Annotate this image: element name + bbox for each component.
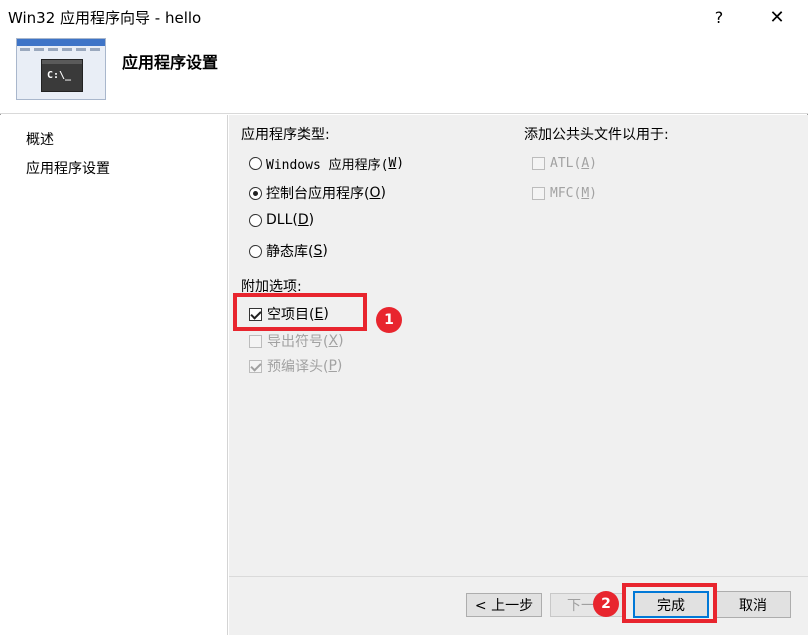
access-key: P — [328, 358, 337, 374]
radio-static-lib[interactable]: 静态库(S) — [249, 241, 328, 261]
access-key: D — [297, 212, 309, 228]
button-bar: < 上一步 下一步 完成 取消 — [229, 576, 808, 635]
option-label-close: ) — [322, 243, 328, 259]
sidebar-item-overview[interactable]: 概述 — [26, 129, 54, 149]
option-label-close: ) — [396, 156, 405, 171]
prev-button[interactable]: < 上一步 — [466, 593, 542, 617]
window-title: Win32 应用程序向导 - hello — [8, 9, 202, 27]
checkbox[interactable] — [249, 359, 262, 373]
checkbox[interactable] — [249, 307, 262, 321]
console-prompt: C:\_ — [47, 70, 72, 81]
option-label-close: ) — [589, 156, 597, 171]
option-label: 空项目( — [267, 307, 315, 323]
annotation-badge-1: 1 — [376, 307, 402, 333]
checkbox-empty-project[interactable]: 空项目(E) — [249, 304, 329, 324]
option-label: 控制台应用程序( — [266, 186, 370, 202]
checkbox-export-symbols[interactable]: 导出符号(X) — [249, 331, 344, 351]
option-label: 导出符号( — [267, 334, 329, 350]
option-label: Windows 应用程序( — [266, 158, 389, 173]
access-key: M — [581, 186, 590, 201]
option-label-close: ) — [308, 212, 315, 228]
thumb-title-bar — [17, 39, 105, 46]
option-label-close: ) — [589, 186, 597, 201]
console-app-icon: C:\_ — [16, 38, 106, 100]
sidebar-item-app-settings[interactable]: 应用程序设置 — [26, 158, 110, 178]
option-label-close: ) — [338, 333, 344, 349]
thumb-menu-bar — [20, 48, 102, 51]
app-type-label: 应用程序类型: — [241, 127, 330, 143]
radio-button[interactable] — [249, 157, 262, 170]
access-key: E — [314, 306, 324, 322]
access-key: S — [313, 243, 323, 259]
cancel-button[interactable]: 取消 — [715, 591, 791, 618]
access-key: O — [369, 185, 381, 201]
title-bar: Win32 应用程序向导 - hello ? ✕ — [0, 0, 808, 34]
common-headers-label: 添加公共头文件以用于: — [524, 127, 669, 143]
checkbox[interactable] — [532, 157, 545, 170]
radio-button[interactable] — [249, 244, 262, 258]
checkbox-mfc[interactable]: MFC(M) — [532, 186, 597, 201]
wizard-header: C:\_ 应用程序设置 — [0, 34, 808, 114]
checkbox[interactable] — [249, 334, 262, 348]
radio-console-app[interactable]: 控制台应用程序(O) — [249, 183, 386, 203]
option-label: 静态库( — [266, 244, 314, 260]
console-window-icon: C:\_ — [41, 59, 83, 92]
close-button[interactable]: ✕ — [754, 0, 800, 34]
radio-dll[interactable]: DLL(D) — [249, 212, 314, 228]
radio-windows-app[interactable]: Windows 应用程序(W) — [249, 154, 404, 173]
option-label-close: ) — [323, 306, 329, 322]
settings-panel: 应用程序类型: Windows 应用程序(W) 控制台应用程序(O) DLL(D… — [229, 115, 808, 576]
option-label-close: ) — [336, 358, 343, 374]
access-key: X — [328, 333, 339, 349]
access-key: W — [388, 156, 397, 171]
checkbox[interactable] — [532, 187, 545, 200]
page-heading: 应用程序设置 — [122, 53, 219, 72]
access-key: A — [581, 156, 590, 171]
option-label: DLL( — [266, 212, 298, 228]
radio-button[interactable] — [249, 213, 262, 227]
wizard-sidebar: 概述 应用程序设置 — [0, 115, 228, 635]
help-button[interactable]: ? — [696, 0, 742, 34]
extra-options-label: 附加选项: — [241, 279, 302, 295]
radio-button[interactable] — [249, 186, 262, 200]
option-label: ATL( — [550, 156, 582, 171]
option-label: 预编译头( — [267, 359, 329, 375]
checkbox-precompiled-header[interactable]: 预编译头(P) — [249, 356, 342, 376]
option-label-close: ) — [380, 185, 386, 201]
finish-button[interactable]: 完成 — [633, 591, 709, 618]
checkbox-atl[interactable]: ATL(A) — [532, 156, 597, 171]
option-label: MFC( — [550, 186, 582, 201]
annotation-badge-2: 2 — [593, 591, 619, 617]
